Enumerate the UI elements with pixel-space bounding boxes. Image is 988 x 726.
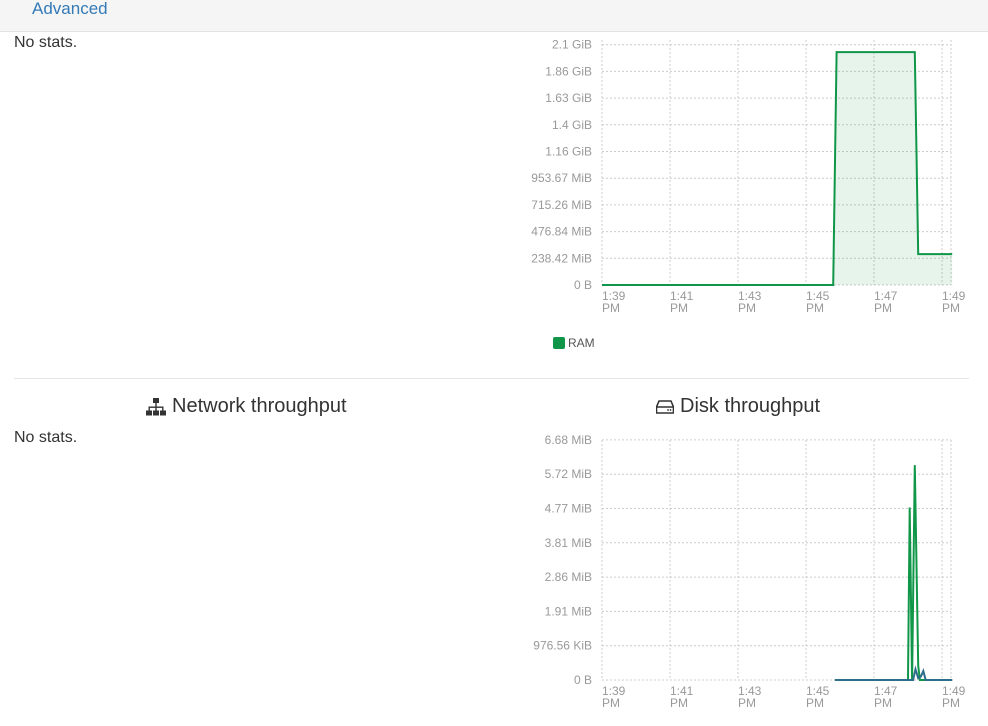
disk-chart-x-tick-label: 1:45 PM: [806, 684, 830, 710]
disk-chart-y-tick-label: 976.56 KiB: [533, 639, 592, 653]
disk-chart-x-tick-label: 1:39 PM: [602, 684, 626, 710]
ram-legend-swatch: [553, 337, 565, 349]
disk-chart-y-tick-label: 0 B: [574, 673, 592, 687]
disk-chart-x-tick-label: 1:41 PM: [670, 684, 694, 710]
disk-series-line-0: [834, 465, 953, 681]
disk-chart-x-tick-label: 1:47 PM: [874, 684, 898, 710]
disk-chart-y-tick-label: 3.81 MiB: [545, 536, 592, 550]
disk-chart: 0 B 976.56 KiB 1.91 MiB 2.86 MiB 3.81 MiB 4.7…: [533, 433, 966, 710]
disk-chart-x-tick-label: 1:43 PM: [738, 684, 762, 710]
disk-chart-y-tick-label: 6.68 MiB: [545, 433, 592, 447]
ram-legend-label: RAM: [568, 336, 595, 350]
disk-chart-y-tick-label: 1.91 MiB: [545, 604, 592, 618]
ram-legend: RAM: [553, 336, 595, 350]
disk-series-line-1: [834, 665, 953, 681]
disk-chart-y-tick-label: 5.72 MiB: [545, 467, 592, 481]
disk-chart-y-tick-label: 2.86 MiB: [545, 570, 592, 584]
disk-chart-y-tick-label: 4.77 MiB: [545, 502, 592, 516]
disk-chart-x-tick-label: 1:49 PM: [942, 684, 966, 710]
